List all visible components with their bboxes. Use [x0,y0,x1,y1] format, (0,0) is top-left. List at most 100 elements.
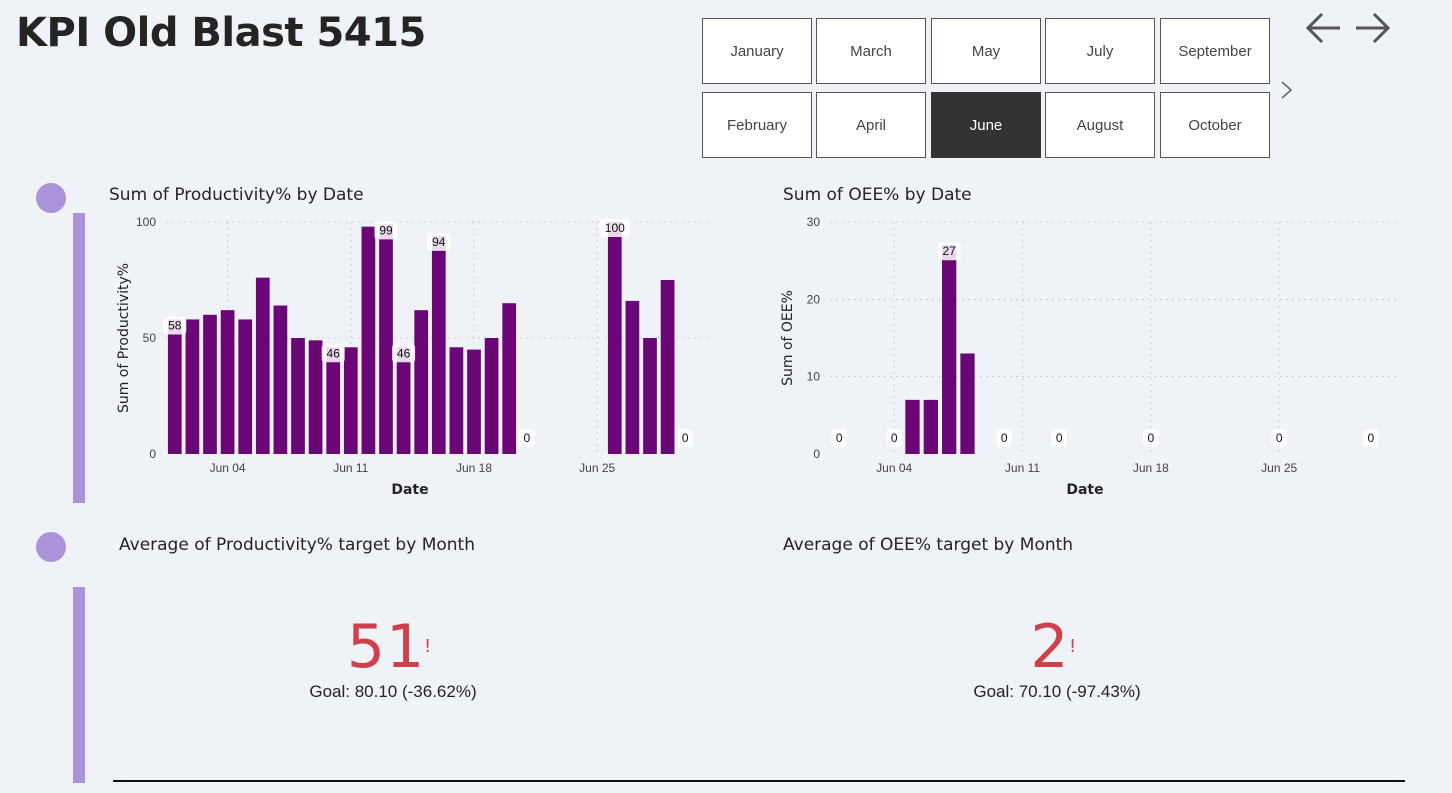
data-label-text: 46 [327,346,341,360]
x-tick-label: Jun 18 [456,461,492,475]
chart-bar [396,347,411,454]
x-tick-label: Jun 04 [876,461,912,475]
chart-bar [607,222,622,454]
chart-bar [502,303,517,454]
data-label: 0 [677,429,693,447]
x-tick-label: Jun 25 [1261,461,1297,475]
data-label-text: 94 [432,235,446,249]
y-tick-label: 10 [807,370,821,384]
data-label-text: 0 [523,431,530,445]
month-button-july[interactable]: July [1045,18,1155,84]
data-label: 0 [886,429,902,447]
data-label-text: 46 [397,346,411,360]
data-label: 0 [831,429,847,447]
x-axis-title: Date [391,482,428,498]
y-axis-title: Sum of Productivity% [116,263,132,413]
data-label-text: 99 [379,223,393,237]
chart-bar [643,338,657,454]
oee-kpi-alert: ! [1069,636,1077,657]
arrow-left-icon[interactable] [1304,10,1344,46]
month-button-january[interactable]: January [702,18,812,84]
month-button-june[interactable]: June [931,92,1041,158]
productivity-kpi-alert: ! [424,636,432,657]
data-label: 0 [1143,429,1159,447]
section-side-bar [73,213,85,503]
chevron-right-icon[interactable] [1279,76,1295,104]
data-label: 58 [163,316,187,335]
data-label-text: 100 [605,221,625,235]
chart-bar [625,300,640,454]
data-label: 94 [427,232,451,251]
bottom-divider [113,780,1405,782]
month-button-march[interactable]: March [816,18,926,84]
data-label-text: 0 [1147,431,1154,445]
chart-bar [273,305,288,454]
data-label: 0 [1051,429,1067,447]
data-label-text: 0 [1276,431,1283,445]
chart-bar [942,245,957,454]
y-tick-label: 100 [136,215,156,229]
y-tick-label: 50 [143,331,157,345]
data-label-text: 0 [836,431,843,445]
chart-bar [185,319,200,454]
data-label: 46 [321,344,345,363]
data-label-text: 27 [942,244,956,258]
chart-bar [220,310,235,454]
month-button-august[interactable]: August [1045,92,1155,158]
chart-bar [905,399,920,454]
month-button-april[interactable]: April [816,92,926,158]
productivity-kpi-value: 51 [346,612,426,682]
y-axis-title: Sum of OEE% [780,290,796,386]
y-tick-label: 30 [807,215,821,229]
chart-bar [960,353,975,454]
x-axis-title: Date [1066,482,1103,498]
chart-bar [361,226,376,454]
data-label-text: 0 [1367,431,1374,445]
month-button-september[interactable]: September [1160,18,1270,84]
data-label-text: 0 [891,431,898,445]
arrow-right-icon[interactable] [1352,10,1392,46]
x-tick-label: Jun 11 [1005,461,1040,475]
data-label: 0 [1271,429,1287,447]
chart-bar [255,277,270,454]
chart-bar [467,349,481,454]
chart-bar [449,347,464,454]
chart-bar [343,347,358,454]
productivity-chart-title: Sum of Productivity% by Date [109,185,364,205]
data-label: 0 [1363,429,1379,447]
section-bullet-dot [36,532,66,562]
oee-chart-title: Sum of OEE% by Date [783,185,972,205]
data-label: 99 [374,221,398,240]
y-tick-label: 0 [149,447,156,461]
x-tick-label: Jun 25 [579,461,615,475]
section-side-bar [73,587,85,783]
productivity-card-title: Average of Productivity% target by Month [119,535,475,555]
data-label: 46 [392,344,416,363]
chart-bar [431,235,446,454]
x-tick-label: Jun 18 [1133,461,1169,475]
data-label-text: 0 [1001,431,1008,445]
chart-bar [308,340,323,454]
oee-card-title: Average of OEE% target by Month [783,535,1074,555]
y-tick-label: 0 [813,447,820,461]
chart-bar [484,338,499,454]
page-title: KPI Old Blast 5415 [16,10,426,56]
x-tick-label: Jun 11 [333,461,368,475]
y-tick-label: 20 [807,292,821,306]
chart-bar [923,399,938,454]
chart-bar [167,319,182,454]
month-button-may[interactable]: May [931,18,1041,84]
section-bullet-dot [36,183,66,213]
chart-bar [238,319,253,454]
chart-bar [414,310,429,454]
data-label-text: 0 [1056,431,1063,445]
productivity-kpi-goal: Goal: 80.10 (-36.62%) [309,682,477,701]
productivity-chart: 0 50 100 Jun 04 Jun 11 Jun 18 Jun 25 58 46 99 46 94… [116,215,712,498]
oee-chart: 0 10 20 30 Jun 04 Jun 11 Jun 18 Jun 25 0 0 27 0 0 0 0 0… [780,215,1398,498]
month-button-october[interactable]: October [1160,92,1270,158]
month-button-february[interactable]: February [702,92,812,158]
oee-kpi-goal: Goal: 70.10 (-97.43%) [973,682,1141,701]
chart-bar [660,280,675,454]
data-label-text: 0 [682,431,689,445]
data-label: 100 [599,219,631,237]
